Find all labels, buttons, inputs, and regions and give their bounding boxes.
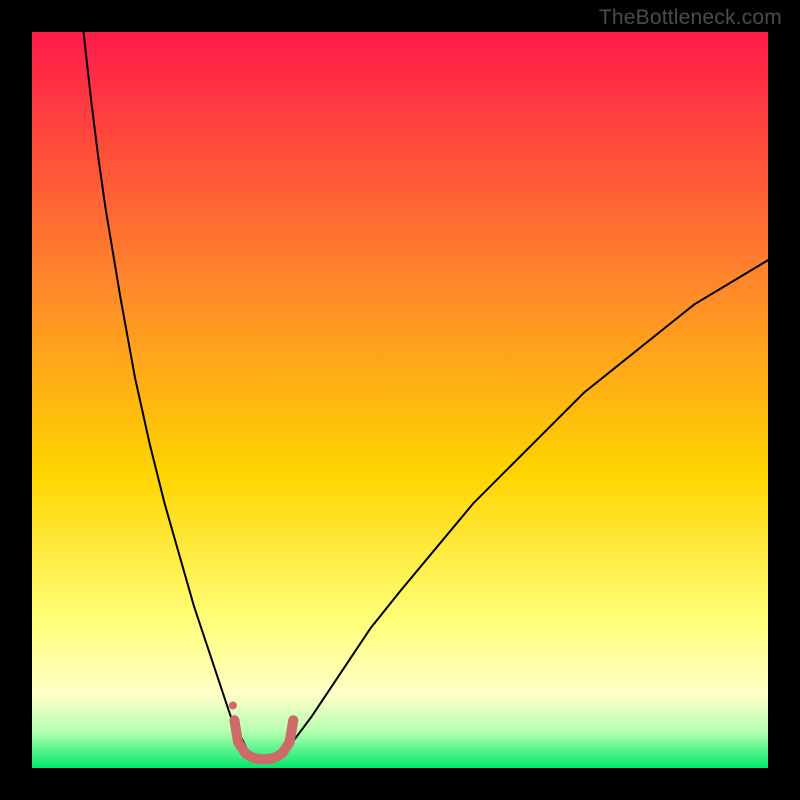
chart-plot bbox=[32, 32, 768, 768]
series-valley-dot bbox=[229, 701, 237, 709]
chart-frame: TheBottleneck.com bbox=[0, 0, 800, 800]
gradient-background bbox=[32, 32, 768, 768]
watermark-text: TheBottleneck.com bbox=[599, 6, 782, 30]
